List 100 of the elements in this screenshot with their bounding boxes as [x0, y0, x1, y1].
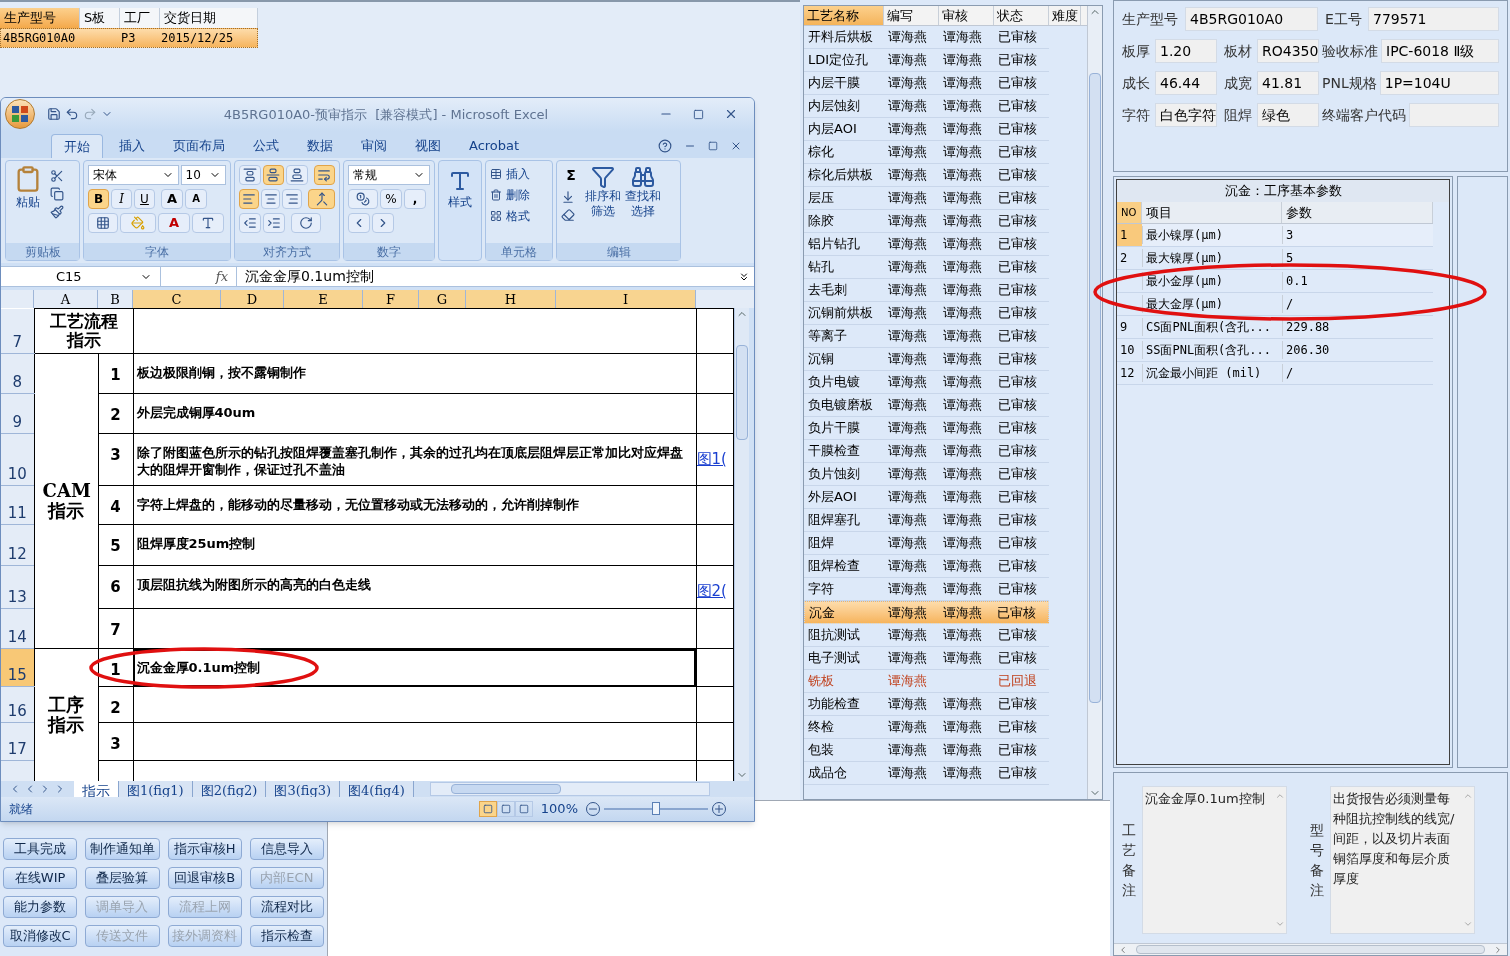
fill-color-button[interactable] [120, 212, 156, 233]
increase-decimal-button[interactable] [348, 212, 370, 233]
column-header[interactable]: 难度 [1049, 6, 1081, 25]
action-button[interactable]: 流程对比 [249, 896, 324, 918]
action-button[interactable]: 在线WIP [3, 867, 78, 889]
paintbrush-icon[interactable] [50, 204, 64, 219]
vertical-scrollbar[interactable] [1087, 6, 1102, 799]
action-button[interactable]: 叠层验算 [85, 867, 160, 889]
column-header[interactable]: 状态 [994, 6, 1049, 25]
name-box[interactable]: C15 [1, 266, 161, 287]
percent-button[interactable]: % [380, 188, 402, 209]
eraser-icon[interactable] [561, 207, 575, 222]
process-row[interactable]: 沉铜 谭海燕 谭海燕 已审核 [804, 348, 1049, 371]
horizontal-align-button[interactable] [239, 188, 259, 209]
process-row[interactable]: 干膜检查 谭海燕 谭海燕 已审核 [804, 440, 1049, 463]
copy-icon[interactable] [50, 186, 64, 201]
expand-icon[interactable] [738, 270, 750, 283]
order-row[interactable]: 4B5RG010A0 P3 2015/12/25 [0, 28, 258, 48]
ribbon-tab[interactable]: 开始 [51, 133, 103, 158]
ribbon-tab[interactable]: Acrobat [457, 133, 532, 158]
action-button[interactable]: 指示检查 [249, 925, 324, 947]
scroll-left-icon[interactable] [1118, 944, 1128, 955]
column-header[interactable]: 项目 [1142, 202, 1282, 223]
zoom-in-icon[interactable] [712, 802, 726, 816]
process-row[interactable]: 终检 谭海燕 谭海燕 已审核 [804, 716, 1049, 739]
scroll-right-icon[interactable] [1493, 944, 1503, 955]
grow-font-button[interactable]: A [161, 188, 183, 209]
process-row[interactable]: 负片电镀 谭海燕 谭海燕 已审核 [804, 371, 1049, 394]
autosum-button[interactable]: Σ [561, 164, 581, 186]
param-row[interactable]: 1 最小镍厚(μm) 3 [1117, 224, 1433, 247]
format-button[interactable]: B [88, 188, 109, 209]
process-row[interactable]: 成品仓 谭海燕 谭海燕 已审核 [804, 762, 1049, 785]
process-row[interactable]: 阻焊检查 谭海燕 谭海燕 已审核 [804, 555, 1049, 578]
vertical-align-button[interactable] [262, 164, 284, 185]
process-row[interactable]: 去毛刺 谭海燕 谭海燕 已审核 [804, 279, 1049, 302]
borders-button[interactable] [88, 212, 118, 233]
process-row[interactable]: 铣板 谭海燕 已回退 [804, 670, 1049, 693]
cells-menu-button[interactable]: 插入 [490, 164, 548, 183]
process-row[interactable]: 层压 谭海燕 谭海燕 已审核 [804, 187, 1049, 210]
sort-filter-button[interactable]: 排序和 筛选 [585, 164, 621, 222]
horizontal-align-button[interactable] [260, 188, 281, 209]
scrollbar-thumb[interactable] [735, 345, 748, 441]
process-row[interactable]: 功能检查 谭海燕 谭海燕 已审核 [804, 693, 1049, 716]
ribbon-tab[interactable]: 视图 [403, 133, 453, 158]
action-button[interactable]: 信息导入 [249, 838, 324, 860]
column-header[interactable]: 工厂 [120, 8, 160, 28]
process-row[interactable]: 包装 谭海燕 谭海燕 已审核 [804, 739, 1049, 762]
sheet-tab[interactable]: 图2(fig2) [192, 781, 267, 798]
comma-button[interactable]: , [404, 188, 426, 209]
shrink-font-button[interactable]: A [185, 188, 207, 209]
restore-icon[interactable] [708, 140, 718, 151]
process-row[interactable]: 铝片钻孔 谭海燕 谭海燕 已审核 [804, 233, 1049, 256]
action-button[interactable]: 制作通知单 [85, 838, 160, 860]
zoom-slider-thumb[interactable] [652, 802, 660, 815]
merge-button[interactable] [308, 188, 335, 209]
horizontal-align-button[interactable] [282, 188, 303, 209]
process-row[interactable]: 棕化后烘板 谭海燕 谭海燕 已审核 [804, 164, 1049, 187]
ribbon-tab[interactable]: 公式 [241, 133, 291, 158]
help-icon[interactable] [658, 138, 672, 153]
down-arrow-icon[interactable] [561, 189, 575, 204]
process-row[interactable]: 内层AOI 谭海燕 谭海燕 已审核 [804, 118, 1049, 141]
cells-menu-button[interactable]: 删除 [490, 185, 548, 204]
column-header[interactable]: 工艺名称 [804, 6, 884, 25]
param-row[interactable]: 10 SS面PNL面积(含孔... 206.30 [1117, 339, 1433, 362]
vertical-align-button[interactable] [286, 164, 308, 185]
cells-menu-button[interactable]: 格式 [490, 206, 548, 225]
scrollbar-thumb[interactable] [1089, 73, 1101, 703]
param-row[interactable]: 最大金厚(μm) / [1117, 293, 1433, 316]
horizontal-scrollbar[interactable] [429, 782, 710, 797]
ribbon-tab[interactable]: 插入 [107, 133, 157, 158]
process-row[interactable]: 内层干膜 谭海燕 谭海燕 已审核 [804, 72, 1049, 95]
ribbon-tab[interactable]: 审阅 [349, 133, 399, 158]
process-row[interactable]: 内层蚀刻 谭海燕 谭海燕 已审核 [804, 95, 1049, 118]
paste-button[interactable]: 粘贴 [10, 164, 46, 219]
process-row[interactable]: 等离子 谭海燕 谭海燕 已审核 [804, 325, 1049, 348]
ribbon-tab[interactable]: 页面布局 [161, 133, 237, 158]
office-logo-icon[interactable] [5, 99, 35, 130]
process-row[interactable]: 阻焊 谭海燕 谭海燕 已审核 [804, 532, 1049, 555]
process-row[interactable]: LDI定位孔 谭海燕 谭海燕 已审核 [804, 49, 1049, 72]
number-format-field[interactable]: 常规 [348, 164, 430, 185]
process-row[interactable]: 电子测试 谭海燕 谭海燕 已审核 [804, 647, 1049, 670]
wrap-text-button[interactable] [313, 164, 335, 185]
font-size-field[interactable]: 10 [180, 164, 226, 185]
process-row[interactable]: 棕化 谭海燕 谭海燕 已审核 [804, 141, 1049, 164]
column-header[interactable]: NO [1117, 202, 1142, 223]
decrease-decimal-button[interactable] [372, 212, 394, 233]
action-button[interactable]: 回退审核B [167, 867, 242, 889]
view-button[interactable] [478, 801, 497, 817]
param-row[interactable]: 12 沉金最小间距 (mil) / [1117, 362, 1433, 385]
decrease-indent-button[interactable] [239, 212, 261, 233]
view-button[interactable] [496, 801, 515, 817]
orientation-button[interactable] [291, 212, 321, 233]
column-header[interactable]: 交货日期 [160, 8, 258, 28]
process-row[interactable]: 沉铜前烘板 谭海燕 谭海燕 已审核 [804, 302, 1049, 325]
process-row[interactable]: 负片蚀刻 谭海燕 谭海燕 已审核 [804, 463, 1049, 486]
process-row[interactable]: 除胶 谭海燕 谭海燕 已审核 [804, 210, 1049, 233]
column-header[interactable]: 生产型号 [0, 8, 80, 28]
sheet-tab[interactable]: 图4(fig4) [340, 781, 414, 798]
action-button[interactable]: 工具完成 [3, 838, 78, 860]
save-icon[interactable] [47, 107, 61, 122]
